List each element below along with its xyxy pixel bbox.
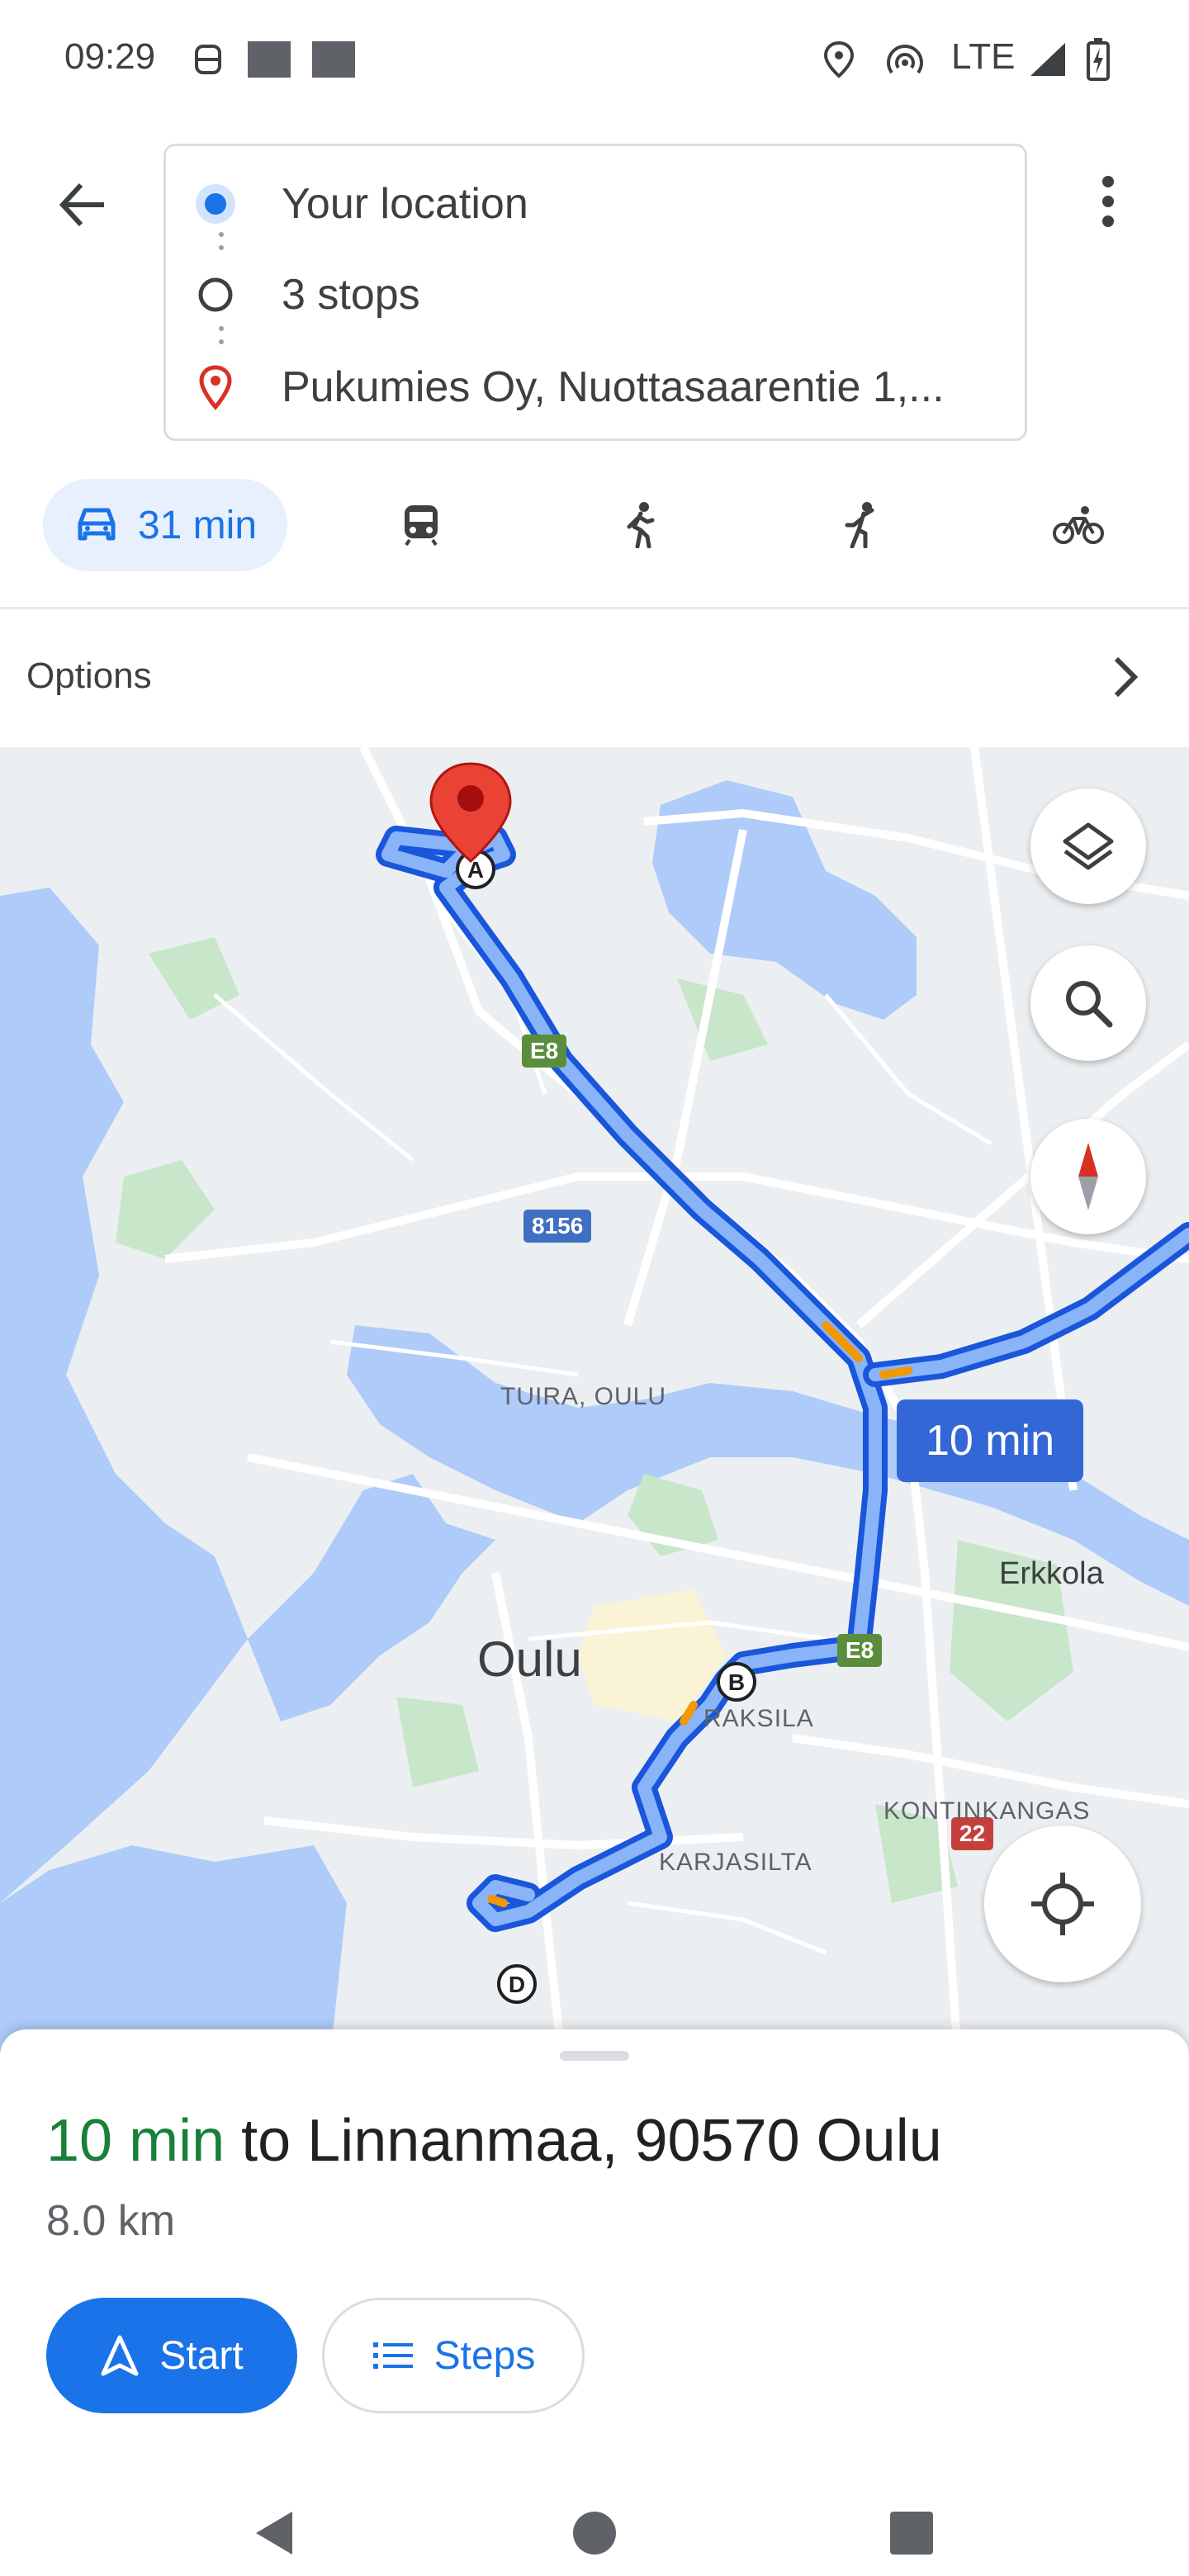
list-icon (372, 2342, 413, 2369)
road-shield-e8: E8 (522, 1035, 567, 1068)
stops-row[interactable]: 3 stops (166, 262, 1025, 328)
summary-destination: to Linnanmaa, 90570 Oulu (225, 2108, 942, 2174)
start-button-label: Start (159, 2333, 244, 2378)
bicycle-icon (1053, 506, 1104, 544)
mode-walking[interactable] (591, 479, 690, 571)
back-triangle-icon (256, 2512, 292, 2555)
stops-label: 3 stops (282, 271, 420, 319)
destination-row[interactable]: Pukumies Oy, Nuottasaarentie 1,... (166, 354, 1025, 420)
train-icon (405, 505, 438, 547)
compass-icon (1078, 1143, 1098, 1210)
mode-driving-time: 31 min (137, 503, 258, 547)
more-options-button[interactable] (1082, 162, 1135, 241)
status-time: 09:29 (64, 36, 156, 77)
route-time-bubble[interactable]: 10 min (897, 1399, 1083, 1482)
route-dots (219, 232, 224, 258)
arrow-back-icon (59, 182, 104, 227)
battery-charging-icon (1087, 38, 1110, 81)
summary-time: 10 min (46, 2108, 225, 2174)
search-map-button[interactable] (1030, 945, 1146, 1061)
sea-area (0, 1845, 347, 2056)
layers-button[interactable] (1030, 788, 1146, 904)
location-icon (823, 40, 855, 78)
notification-box-icon (248, 41, 291, 78)
back-button[interactable] (43, 165, 122, 244)
network-type: LTE (951, 36, 1016, 77)
chevron-right-icon (1114, 656, 1139, 698)
notification-app-icon (195, 45, 221, 74)
car-icon (78, 508, 116, 541)
stop-circle-icon (191, 270, 240, 320)
map-label-kontinkangas: KONTINKANGAS (883, 1797, 1091, 1825)
origin-label: Your location (282, 180, 528, 228)
map-label-raksila: RAKSILA (703, 1705, 814, 1732)
notification-box-icon (312, 41, 355, 78)
route-summary: 10 min to Linnanmaa, 90570 Oulu (46, 2107, 942, 2175)
options-row[interactable]: Options (0, 611, 1189, 743)
walk-icon (627, 502, 655, 548)
svg-text:D: D (509, 1972, 525, 1997)
map-label-tuira: TUIRA, OULU (500, 1383, 667, 1410)
travel-modes: 31 min (0, 471, 1189, 578)
nav-home-button[interactable] (561, 2500, 628, 2566)
compass-button[interactable] (1030, 1119, 1146, 1234)
route-distance: 8.0 km (46, 2197, 176, 2245)
steps-button-label: Steps (433, 2333, 536, 2378)
rideshare-icon (845, 502, 874, 548)
divider (0, 607, 1189, 609)
steps-button[interactable]: Steps (322, 2298, 585, 2413)
my-location-button[interactable] (984, 1825, 1141, 1982)
search-icon (1066, 981, 1113, 1028)
destination-label: Pukumies Oy, Nuottasaarentie 1,... (282, 363, 945, 411)
mode-transit[interactable] (372, 479, 471, 571)
route-inputs: Your location 3 stops Pukumies Oy, Nuott… (163, 144, 1027, 441)
nav-recents-button[interactable] (879, 2500, 945, 2566)
signal-icon (1030, 43, 1065, 76)
system-nav-bar (0, 2492, 1189, 2576)
route-dots (219, 326, 224, 353)
home-circle-icon (573, 2512, 616, 2555)
waypoint-d-marker: D (497, 1964, 537, 2004)
nav-back-button[interactable] (241, 2500, 307, 2566)
svg-text:B: B (728, 1669, 745, 1695)
road-shield-e8: E8 (837, 1634, 883, 1667)
route-summary-sheet: 10 min to Linnanmaa, 90570 Oulu 8.0 km S… (0, 2029, 1189, 2492)
my-location-icon (1031, 1873, 1094, 1935)
origin-row[interactable]: Your location (166, 171, 1025, 237)
map-label-city: Oulu (477, 1631, 582, 1687)
layers-icon (1063, 822, 1114, 870)
recents-square-icon (890, 2512, 933, 2555)
map-label-karjasilta: KARJASILTA (659, 1849, 812, 1876)
sheet-drag-handle[interactable] (560, 2051, 629, 2061)
hotspot-icon (887, 45, 923, 74)
destination-pin-icon (191, 362, 240, 412)
start-button[interactable]: Start (46, 2298, 297, 2413)
mode-driving[interactable]: 31 min (43, 479, 287, 571)
road-shield-8156: 8156 (523, 1210, 592, 1243)
mode-cycling[interactable] (1029, 479, 1128, 571)
map-label-erkkola: Erkkola (999, 1556, 1104, 1591)
navigation-arrow-icon (101, 2335, 139, 2376)
origin-dot-icon (191, 179, 240, 229)
map-view[interactable]: A B D E8 8156 E8 22 TUIRA, OULU Oulu Erk… (0, 747, 1189, 2056)
status-bar: 09:29 LTE (0, 0, 1189, 116)
waypoint-b-marker: B (717, 1662, 756, 1702)
options-label: Options (26, 656, 152, 696)
mode-rideshare[interactable] (811, 479, 910, 571)
